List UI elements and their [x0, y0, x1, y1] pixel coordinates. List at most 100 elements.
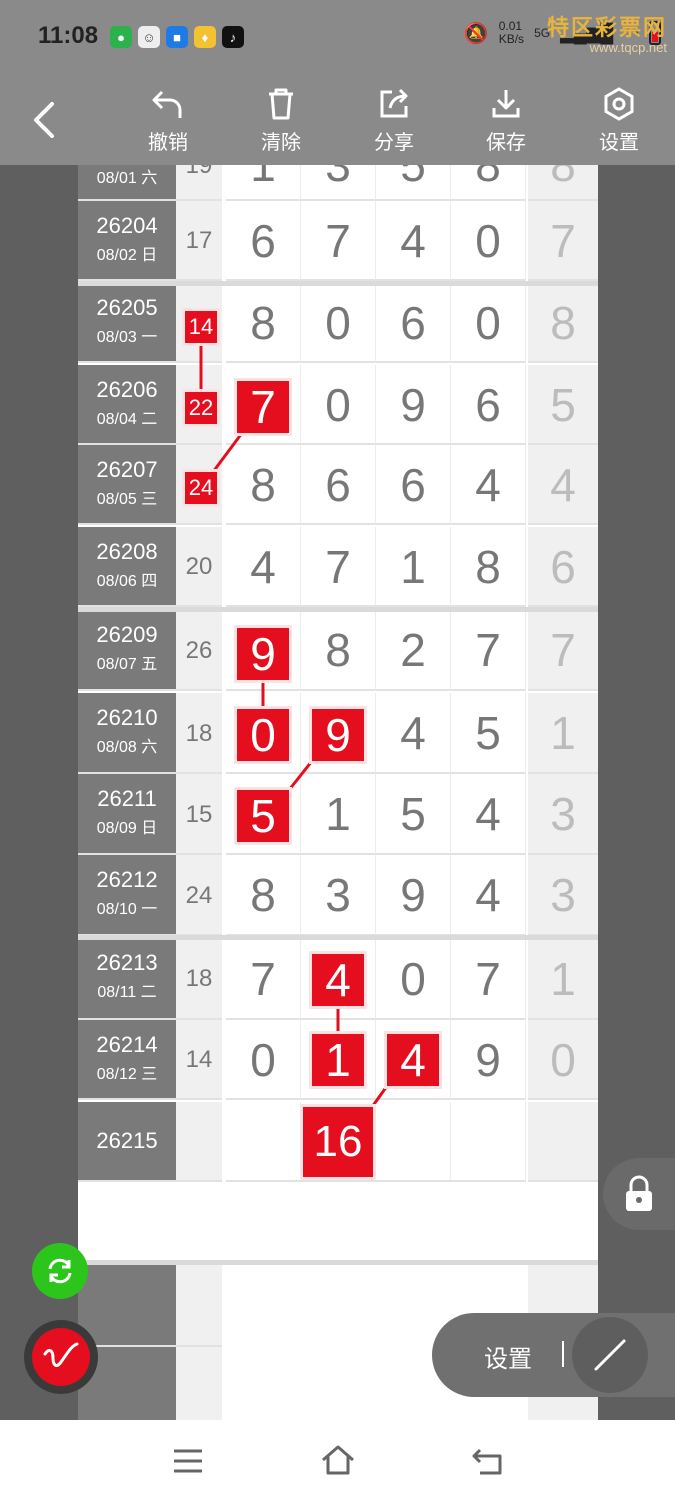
digit-cell[interactable]: 7: [451, 610, 526, 691]
digit-cell[interactable]: 6: [226, 201, 301, 281]
last-digit-cell: 7: [528, 610, 598, 691]
digit-cell[interactable]: 0: [301, 283, 376, 363]
refresh-button[interactable]: [32, 1243, 88, 1299]
digit-cell[interactable]: 9: [451, 1020, 526, 1100]
digit-cell[interactable]: 6: [376, 445, 451, 525]
digit-cell[interactable]: [451, 1102, 526, 1182]
last-digit-cell: 1: [528, 693, 598, 774]
pill-divider: [562, 1341, 564, 1367]
settings-button[interactable]: 设置: [584, 86, 654, 155]
digit-cell[interactable]: 1: [301, 774, 376, 855]
share-button[interactable]: 分享: [359, 86, 429, 155]
digit-cell[interactable]: 7: [301, 527, 376, 607]
avatar-app-icon: ☺: [138, 26, 160, 48]
digit-cell[interactable]: 1: [226, 165, 301, 201]
last-digit-cell: 5: [528, 365, 598, 445]
trend-chart-area[interactable]: 08/01 六 19 1 3 5 8 8 26204 08/02 日 17 6 7 4 0 7 26205 08…: [0, 165, 675, 1420]
highlight-mark[interactable]: 22: [185, 392, 217, 424]
highlight-mark[interactable]: 9: [237, 628, 289, 680]
highlight-mark[interactable]: 4: [387, 1034, 439, 1086]
home-icon[interactable]: [320, 1444, 356, 1476]
back-arrow-icon[interactable]: [28, 100, 62, 140]
digit-cell[interactable]: 4: [376, 201, 451, 281]
digit-cell[interactable]: [376, 1102, 451, 1182]
floating-settings-button[interactable]: 设置: [484, 1339, 532, 1374]
sum-cell: 18: [176, 938, 222, 1020]
highlight-mark[interactable]: 7: [237, 381, 289, 433]
highlight-mark[interactable]: 1: [312, 1034, 364, 1086]
digit-cell[interactable]: 8: [226, 445, 301, 525]
lock-icon: [626, 1175, 652, 1211]
digit-cell[interactable]: 8: [226, 283, 301, 363]
line-tool-button[interactable]: [572, 1313, 675, 1397]
highlight-mark[interactable]: 24: [185, 472, 217, 504]
digit-cell[interactable]: 3: [301, 855, 376, 936]
line-tool-icon: [572, 1317, 648, 1393]
predicted-sum-mark[interactable]: 16: [303, 1107, 373, 1177]
sum-cell: 20: [176, 527, 222, 607]
digit-cell[interactable]: 0: [226, 1020, 301, 1100]
issue-date: 08/11 二: [97, 984, 157, 1001]
digit-cell[interactable]: 0: [301, 365, 376, 445]
digit-cell[interactable]: 4: [376, 693, 451, 774]
digit-cell[interactable]: 6: [301, 445, 376, 525]
digit-cell[interactable]: 9: [376, 365, 451, 445]
digit-cell[interactable]: 6: [376, 283, 451, 363]
digit-cell[interactable]: 9: [376, 855, 451, 936]
digit-cell[interactable]: 7: [301, 201, 376, 281]
digit-cell[interactable]: 8: [226, 855, 301, 936]
clear-label: 清除: [261, 132, 301, 154]
net-speed-value: 0.01: [498, 19, 523, 33]
save-button[interactable]: 保存: [471, 86, 541, 155]
undo-button[interactable]: 撤销: [133, 86, 203, 155]
digit-cell[interactable]: 0: [451, 283, 526, 363]
draw-row: 26209 08/07 五 26 98277: [78, 610, 598, 691]
draw-row: 26212 08/10 一 24 8 3 9 4 3: [78, 855, 598, 936]
digit-cell[interactable]: 6: [451, 365, 526, 445]
digit-cell[interactable]: 7: [226, 938, 301, 1020]
highlight-mark[interactable]: 9: [312, 709, 364, 761]
floating-settings-pill: 设置: [432, 1313, 675, 1397]
digit-cell[interactable]: 0: [451, 201, 526, 281]
status-app-icons: ● ☺ ■ ♦ ♪: [110, 26, 244, 48]
digit-cell[interactable]: 4: [226, 527, 301, 607]
system-nav-bar: [0, 1420, 675, 1500]
digit-cell[interactable]: 0: [376, 938, 451, 1020]
digit-cell[interactable]: 4: [451, 445, 526, 525]
watermark-logo: 特区彩票网: [546, 15, 667, 40]
highlight-mark[interactable]: 14: [185, 311, 217, 343]
menu-icon[interactable]: [172, 1448, 204, 1474]
sum-cell: 14: [176, 1020, 222, 1100]
highlight-mark[interactable]: 4: [312, 954, 364, 1006]
clear-button[interactable]: 清除: [246, 86, 316, 155]
last-digit-cell: 3: [528, 855, 598, 936]
digit-cell[interactable]: 8: [451, 527, 526, 607]
issue-number: 26208: [96, 539, 158, 564]
issue-number: 26204: [96, 213, 158, 238]
digit-cell[interactable]: 5: [376, 165, 451, 201]
digit-cell[interactable]: 4: [451, 774, 526, 855]
digit-cell[interactable]: 4: [451, 855, 526, 936]
highlight-mark[interactable]: 0: [237, 709, 289, 761]
sum-cell: 24: [176, 855, 222, 936]
digit-cell[interactable]: 5: [376, 774, 451, 855]
digit-cell[interactable]: 8: [451, 165, 526, 201]
sum-cell: 18: [176, 693, 222, 774]
sum-cell: [176, 1102, 222, 1182]
share-icon: [380, 88, 408, 118]
pen-button[interactable]: [24, 1320, 98, 1394]
refresh-icon: [48, 1258, 72, 1284]
digit-cell[interactable]: 3: [301, 165, 376, 201]
digit-cell[interactable]: 1: [376, 527, 451, 607]
highlight-mark[interactable]: 5: [237, 790, 289, 842]
issue-cell: 26212 08/10 一: [78, 855, 176, 936]
digit-cell[interactable]: 7: [451, 938, 526, 1020]
digit-cell[interactable]: 2: [376, 610, 451, 691]
issue-number: 26205: [96, 295, 158, 320]
digit-cell[interactable]: [226, 1102, 301, 1182]
back-icon[interactable]: [470, 1446, 504, 1476]
digit-cell[interactable]: 5: [451, 693, 526, 774]
lock-button[interactable]: [603, 1158, 675, 1230]
digit-cell[interactable]: 8: [301, 610, 376, 691]
sum-cell: 17: [176, 201, 222, 281]
